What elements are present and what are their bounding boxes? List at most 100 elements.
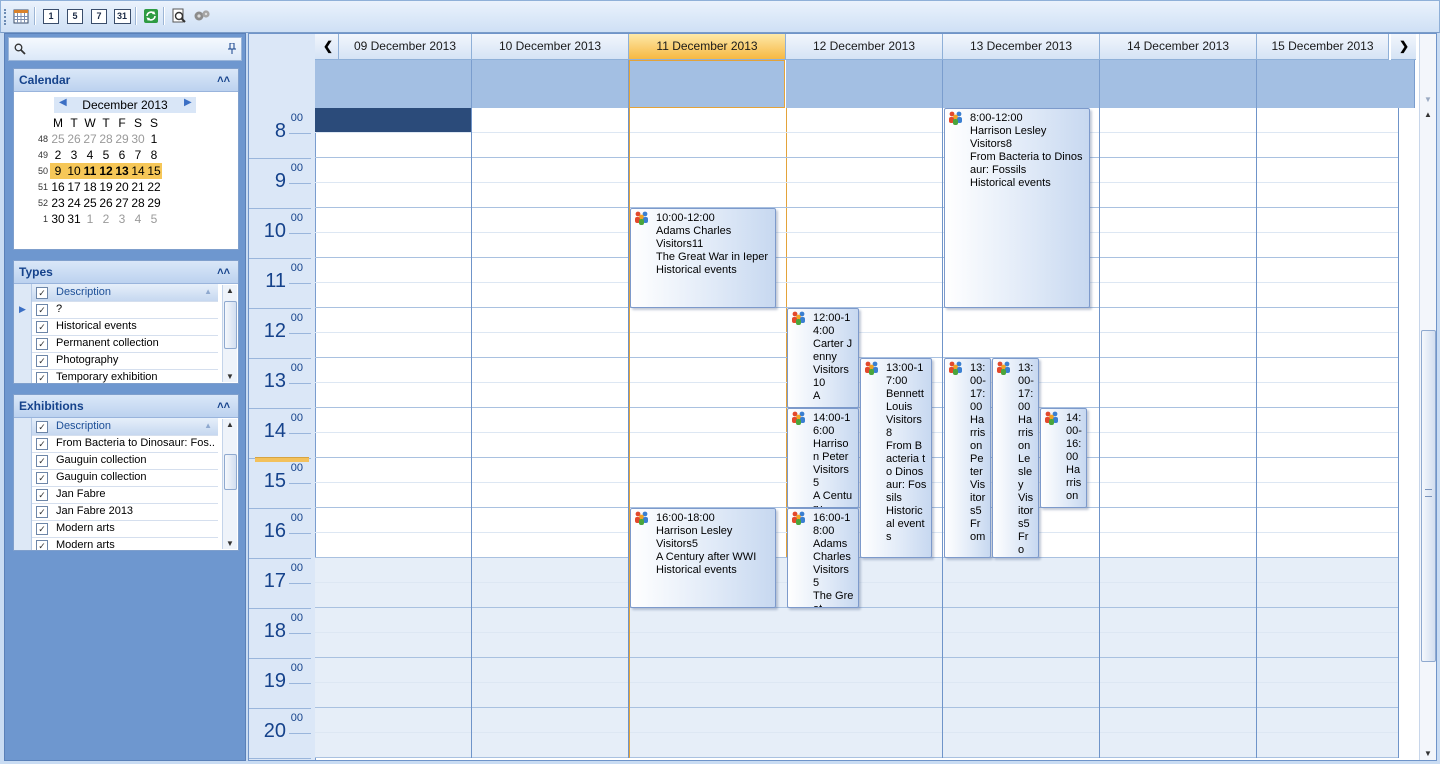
time-slot[interactable] [943, 608, 1099, 633]
select-all-checkbox[interactable]: ✓ [36, 421, 48, 433]
time-slot[interactable] [1257, 258, 1398, 283]
time-slot[interactable] [786, 258, 942, 283]
all-day-area[interactable] [315, 60, 472, 108]
time-slot[interactable] [630, 183, 786, 208]
time-slot[interactable] [1100, 358, 1256, 383]
time-slot[interactable] [315, 508, 471, 533]
time-slot[interactable] [472, 683, 628, 708]
time-slot[interactable] [1257, 308, 1398, 333]
grid-row[interactable]: ✓ Modern arts [14, 520, 218, 538]
time-slot[interactable] [786, 208, 942, 233]
time-slot[interactable] [1100, 733, 1256, 758]
scroll-thumb[interactable] [1421, 330, 1436, 662]
grid-row[interactable]: ✓ Jan Fabre 2013 [14, 503, 218, 521]
collapse-icon[interactable]: ˄˄ [217, 69, 230, 91]
time-slot[interactable] [630, 158, 786, 183]
time-slot[interactable] [315, 233, 471, 258]
time-slot[interactable] [315, 283, 471, 308]
day-cell[interactable]: 1 [146, 131, 162, 147]
day-header[interactable]: 10 December 2013 [472, 34, 629, 60]
day-cell[interactable]: 19 [98, 179, 114, 195]
description-column-header[interactable]: Description [56, 284, 216, 301]
time-slot[interactable] [1100, 683, 1256, 708]
time-slot[interactable] [1257, 383, 1398, 408]
day-column[interactable] [629, 108, 787, 758]
appointment[interactable]: 10:00-12:00 Adams Charles Visitors11 The Gr… [630, 208, 776, 308]
time-slot[interactable] [315, 383, 471, 408]
description-column-header[interactable]: Description [56, 418, 216, 435]
scroll-down-icon[interactable]: ▼ [226, 372, 234, 381]
day-column[interactable] [1100, 108, 1257, 758]
time-slot[interactable] [1257, 733, 1398, 758]
select-all-checkbox[interactable]: ✓ [36, 287, 48, 299]
time-slot[interactable] [1100, 133, 1256, 158]
time-slot[interactable] [1100, 658, 1256, 683]
time-slot[interactable] [472, 433, 628, 458]
time-slot[interactable] [472, 633, 628, 658]
collapse-icon[interactable]: ˄˄ [217, 261, 230, 283]
all-day-area[interactable] [786, 60, 943, 108]
time-slot[interactable] [315, 483, 471, 508]
time-slot[interactable] [1100, 258, 1256, 283]
time-slot[interactable] [1257, 558, 1398, 583]
grid-row[interactable]: ✓ Photography [14, 352, 218, 370]
time-slot[interactable] [472, 408, 628, 433]
day-cell[interactable]: 7 [130, 147, 146, 163]
time-slot[interactable] [786, 608, 942, 633]
time-slot[interactable] [630, 658, 786, 683]
time-slot[interactable] [1257, 158, 1398, 183]
toolbar-grip[interactable] [4, 9, 8, 25]
refresh-button[interactable] [141, 6, 161, 26]
time-slot[interactable] [315, 333, 471, 358]
time-slot[interactable] [943, 583, 1099, 608]
all-day-area[interactable] [943, 60, 1100, 108]
time-slot[interactable] [315, 183, 471, 208]
row-checkbox[interactable]: ✓ [36, 472, 48, 484]
time-slot[interactable] [1257, 683, 1398, 708]
time-slot[interactable] [1100, 583, 1256, 608]
time-slot[interactable] [472, 533, 628, 558]
time-slot[interactable] [1100, 233, 1256, 258]
time-slot[interactable] [630, 308, 786, 333]
scheduler-scrollbar[interactable]: ▲ ▼ [1419, 108, 1436, 760]
appointment[interactable]: 13:00-17:00 Harrison Lesley Visitors5 Fro [992, 358, 1039, 558]
time-slot[interactable] [1257, 208, 1398, 233]
time-slot[interactable] [315, 608, 471, 633]
time-slot[interactable] [315, 458, 471, 483]
grid-row[interactable]: ▶ ✓? [14, 301, 218, 319]
selected-time-slot[interactable] [315, 108, 471, 132]
day-view-button[interactable]: 1 [41, 6, 61, 26]
time-slot[interactable] [786, 233, 942, 258]
time-slot[interactable] [1100, 108, 1256, 133]
grid-row[interactable]: ✓ From Bacteria to Dinosaur: Fos... [14, 435, 218, 453]
time-slot[interactable] [943, 333, 1099, 358]
time-slot[interactable] [630, 458, 786, 483]
time-slot[interactable] [315, 258, 471, 283]
row-checkbox[interactable]: ✓ [36, 455, 48, 467]
week-view-button[interactable]: 7 [89, 6, 109, 26]
time-slot[interactable] [786, 183, 942, 208]
time-slot[interactable] [630, 433, 786, 458]
time-slot[interactable] [630, 333, 786, 358]
grid-row[interactable]: ✓ Gauguin collection [14, 452, 218, 470]
time-slot[interactable] [786, 708, 942, 733]
month-view-button[interactable] [11, 6, 31, 26]
pin-icon[interactable] [227, 43, 237, 55]
time-slot[interactable] [1100, 383, 1256, 408]
time-slot[interactable] [472, 733, 628, 758]
time-slot[interactable] [472, 483, 628, 508]
time-slot[interactable] [315, 433, 471, 458]
row-checkbox[interactable]: ✓ [36, 506, 48, 518]
time-slot[interactable] [1100, 308, 1256, 333]
day-cell[interactable]: 25 [82, 195, 98, 211]
day-cell[interactable]: 2 [98, 211, 114, 227]
day-cell[interactable]: 29 [146, 195, 162, 211]
time-slot[interactable] [630, 633, 786, 658]
day-cell[interactable]: 22 [146, 179, 162, 195]
day-cell[interactable]: 1 [82, 211, 98, 227]
day-cell[interactable]: 24 [66, 195, 82, 211]
scroll-down-icon[interactable]: ▼ [1424, 749, 1432, 758]
day-cell[interactable]: 14 [130, 163, 146, 179]
time-slot[interactable] [315, 583, 471, 608]
row-checkbox[interactable]: ✓ [36, 355, 48, 367]
